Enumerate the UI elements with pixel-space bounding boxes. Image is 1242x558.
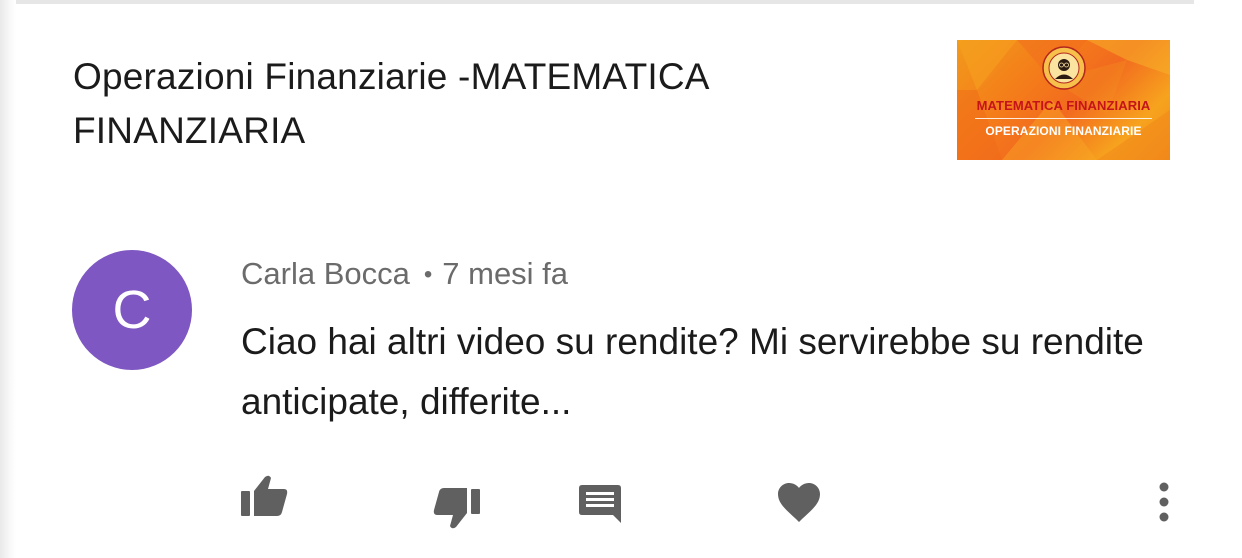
thumbnail-title: MATEMATICA FINANZIARIA bbox=[976, 98, 1151, 113]
left-edge-shadow bbox=[0, 0, 16, 558]
meta-separator: • bbox=[423, 261, 433, 288]
comment-time: 7 mesi fa bbox=[442, 256, 569, 291]
comment-author[interactable]: Carla Bocca bbox=[241, 256, 410, 291]
thumbnail-subtitle: OPERAZIONI FINANZIARIE bbox=[985, 124, 1142, 138]
top-divider bbox=[16, 0, 1194, 4]
comment-meta: Carla Bocca • 7 mesi fa bbox=[241, 254, 568, 295]
video-title[interactable]: Operazioni Finanziarie -MATEMATICA FINAN… bbox=[73, 50, 853, 158]
avatar[interactable]: C bbox=[72, 250, 192, 370]
channel-logo-icon bbox=[1042, 46, 1086, 90]
thumbnail-divider bbox=[975, 118, 1152, 119]
thumb-up-icon[interactable] bbox=[241, 475, 289, 517]
heart-icon[interactable] bbox=[777, 483, 821, 523]
video-thumbnail[interactable]: MATEMATICA FINANZIARIA OPERAZIONI FINANZ… bbox=[957, 40, 1170, 160]
more-vertical-icon[interactable] bbox=[1152, 482, 1176, 522]
comment-icon[interactable] bbox=[579, 485, 621, 525]
comment-text: Ciao hai altri video su rendite? Mi serv… bbox=[241, 321, 1144, 422]
thumb-down-icon[interactable] bbox=[432, 487, 480, 529]
